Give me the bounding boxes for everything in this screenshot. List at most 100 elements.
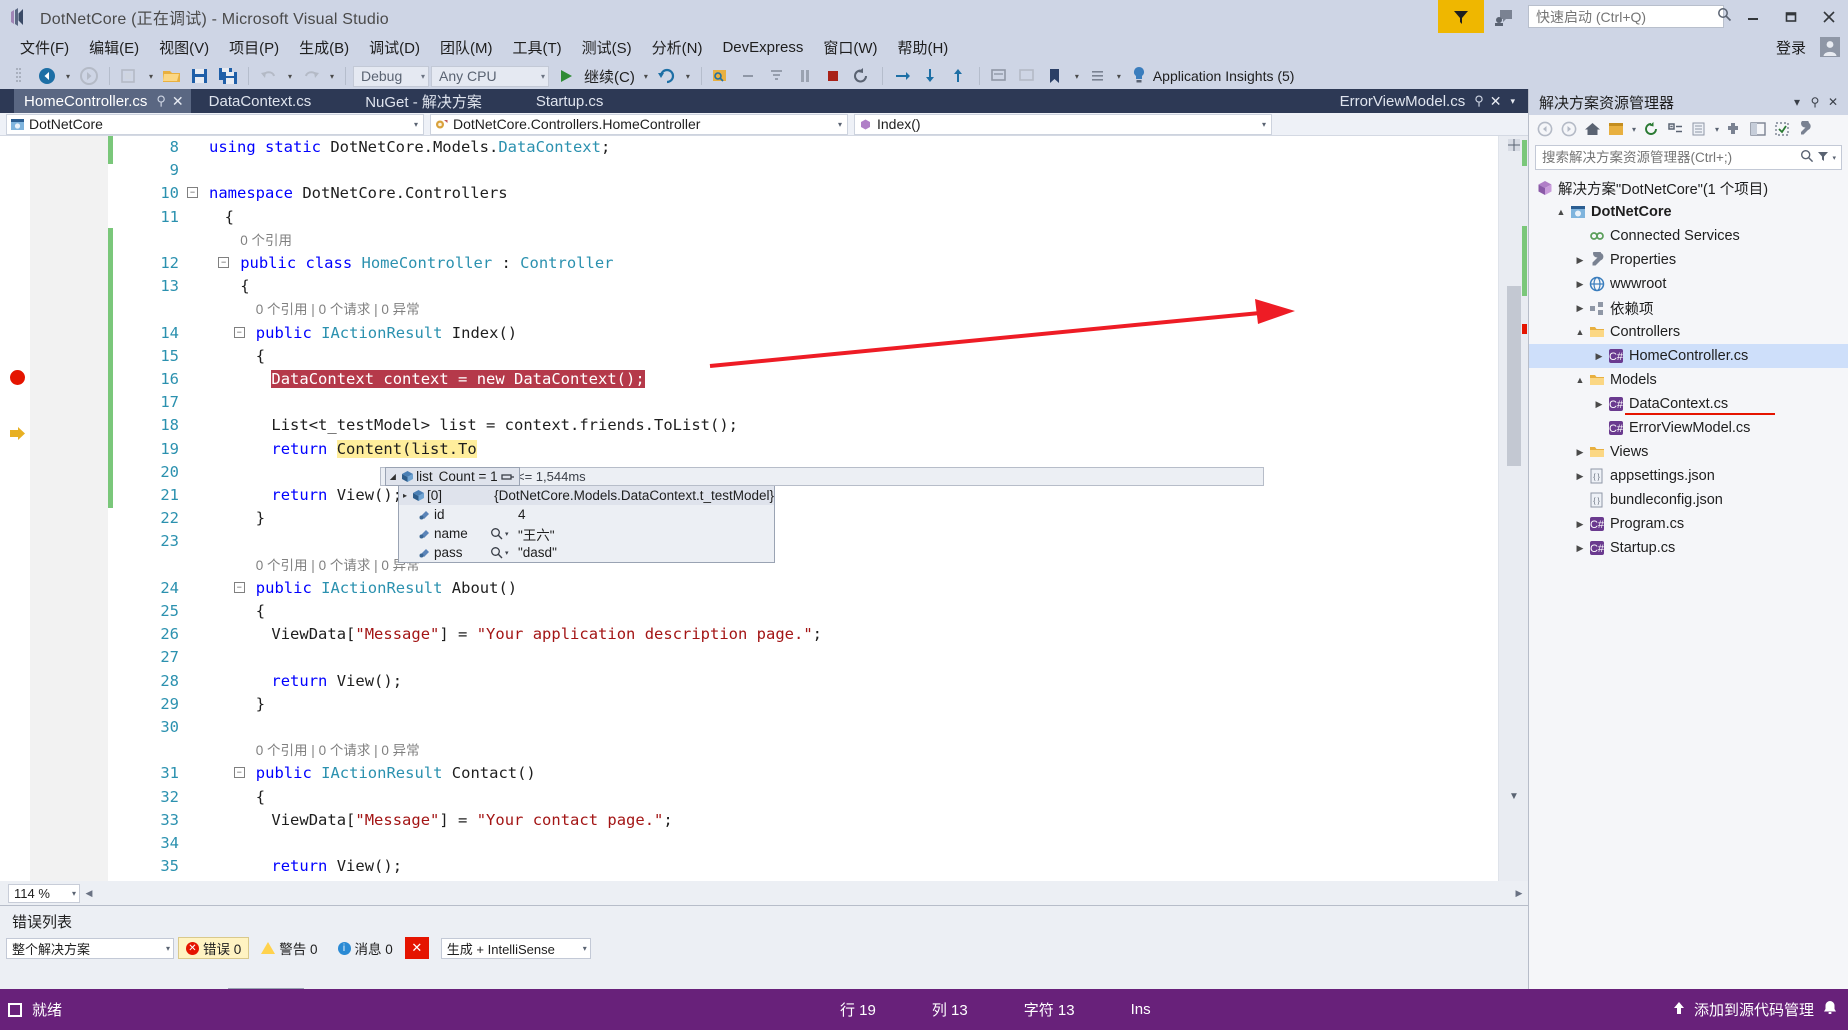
- clear-errors-icon[interactable]: ✕: [405, 937, 429, 959]
- navigate-back-dropdown[interactable]: ▾: [62, 64, 74, 88]
- switch-views-icon[interactable]: [1605, 118, 1628, 140]
- navbar-project-combo[interactable]: DotNetCore ▾: [6, 114, 424, 135]
- tree-item-program-cs[interactable]: ▶C#Program.cs: [1529, 512, 1848, 536]
- editor-indicator-margin[interactable]: [0, 136, 30, 881]
- tab-nuget[interactable]: NuGet - 解决方案: [321, 89, 492, 113]
- notifications-icon[interactable]: [1822, 1000, 1838, 1020]
- toolbar-grip[interactable]: [6, 64, 32, 88]
- tree-item-startup-cs[interactable]: ▶C#Startup.cs: [1529, 536, 1848, 560]
- codelens-row[interactable]: 0 个引用 | 0 个请求 | 0 异常: [113, 298, 1498, 321]
- expand-expander-icon[interactable]: ▶: [1592, 351, 1606, 362]
- menu-test[interactable]: 测试(S): [572, 34, 642, 61]
- menu-file[interactable]: 文件(F): [10, 34, 79, 61]
- navigate-back-icon[interactable]: [34, 64, 60, 88]
- quick-launch-input[interactable]: [1536, 9, 1717, 25]
- solution-platform-combo[interactable]: Any CPU ▾: [431, 66, 549, 87]
- hot-reload-dropdown[interactable]: ▾: [682, 64, 694, 88]
- filter-icon[interactable]: [1814, 149, 1832, 166]
- save-icon[interactable]: [187, 64, 213, 88]
- datatip-collapse-icon[interactable]: ◢: [386, 472, 400, 481]
- open-file-icon[interactable]: [159, 64, 185, 88]
- outlining-collapse-icon[interactable]: −: [234, 582, 245, 593]
- step-out-icon[interactable]: [946, 64, 972, 88]
- navbar-class-combo[interactable]: DotNetCore.Controllers.HomeController ▾: [430, 114, 848, 135]
- tree-item-errorviewmodel-cs[interactable]: C#ErrorViewModel.cs: [1529, 416, 1848, 440]
- home-icon[interactable]: [1581, 118, 1604, 140]
- new-project-icon[interactable]: [117, 64, 143, 88]
- close-icon[interactable]: ✕: [1824, 95, 1842, 109]
- search-icon[interactable]: [1717, 7, 1732, 26]
- user-avatar-icon[interactable]: [1820, 37, 1840, 57]
- new-project-dropdown[interactable]: ▾: [145, 64, 157, 88]
- tab-datacontext[interactable]: DataContext.cs: [191, 89, 322, 113]
- expand-expander-icon[interactable]: ▶: [1592, 399, 1606, 410]
- funnel-icon[interactable]: [1438, 0, 1484, 33]
- expand-expander-icon[interactable]: ▶: [1573, 471, 1587, 482]
- tree-item-properties[interactable]: ▶Properties: [1529, 248, 1848, 272]
- codelens-row[interactable]: 0 个引用 | 0 个请求 | 0 异常: [113, 739, 1498, 762]
- menu-project[interactable]: 项目(P): [219, 34, 289, 61]
- stop-debug-icon[interactable]: [821, 64, 847, 88]
- pin-icon[interactable]: ⚲: [1474, 93, 1484, 109]
- chevron-down-icon[interactable]: ▾: [1257, 120, 1271, 129]
- collapse-expander-icon[interactable]: ▲: [1554, 207, 1568, 217]
- source-control-label[interactable]: 添加到源代码管理: [1694, 999, 1814, 1020]
- menu-devexpress[interactable]: DevExpress: [712, 36, 813, 59]
- collapse-expander-icon[interactable]: ▲: [1573, 327, 1587, 337]
- switch-views-dropdown[interactable]: ▾: [1629, 125, 1639, 134]
- horizontal-scroll-track[interactable]: [102, 885, 1506, 902]
- pin-icon[interactable]: ⚲: [1806, 95, 1824, 109]
- menu-build[interactable]: 生成(B): [289, 34, 359, 61]
- tree-item-views[interactable]: ▶Views: [1529, 440, 1848, 464]
- comment-icon[interactable]: [987, 64, 1013, 88]
- bookmark-dropdown[interactable]: ▾: [1071, 64, 1083, 88]
- scroll-right-arrow-icon[interactable]: ▶: [1510, 888, 1528, 899]
- pin-icon[interactable]: ⚲: [156, 93, 166, 109]
- expand-expander-icon[interactable]: ▶: [1573, 255, 1587, 266]
- properties-icon[interactable]: [1723, 118, 1746, 140]
- chevron-down-icon[interactable]: ▾: [413, 72, 425, 81]
- menu-edit[interactable]: 编辑(E): [79, 34, 149, 61]
- continue-dropdown[interactable]: ▾: [640, 64, 652, 88]
- filter-dropdown-icon[interactable]: ▾: [1832, 154, 1839, 162]
- application-insights-button[interactable]: Application Insights (5): [1131, 66, 1295, 87]
- search-icon[interactable]: [1800, 149, 1814, 167]
- continue-button[interactable]: 继续(C): [551, 64, 638, 88]
- properties-window-icon[interactable]: [1795, 118, 1818, 140]
- tree-item-[interactable]: ▶依赖项: [1529, 296, 1848, 320]
- tree-item-connected-services[interactable]: Connected Services: [1529, 224, 1848, 248]
- tab-errorviewmodel[interactable]: ErrorViewModel.cs ⚲ ✕ ▾: [1330, 89, 1528, 113]
- expand-expander-icon[interactable]: ▶: [1573, 279, 1587, 290]
- expand-expander-icon[interactable]: ▶: [1573, 519, 1587, 530]
- step-over-icon[interactable]: [890, 64, 916, 88]
- preview-selected-icon[interactable]: [1747, 118, 1770, 140]
- debug-target-icon[interactable]: [709, 64, 735, 88]
- solution-explorer-search-box[interactable]: ▾: [1535, 145, 1842, 170]
- expand-expander-icon[interactable]: ▶: [1573, 303, 1587, 314]
- solution-root-row[interactable]: 解决方案"DotNetCore"(1 个项目): [1529, 176, 1848, 200]
- error-scope-combo[interactable]: 整个解决方案 ▾: [6, 938, 174, 959]
- breakpoints-icon[interactable]: [737, 64, 763, 88]
- expand-expander-icon[interactable]: ▶: [1573, 543, 1587, 554]
- step-icon[interactable]: [765, 64, 791, 88]
- error-filter-errors[interactable]: ✕ 错误 0: [178, 937, 249, 959]
- error-filter-warnings[interactable]: 警告 0: [253, 937, 325, 959]
- tree-item-datacontext-cs[interactable]: ▶C#DataContext.cs: [1529, 392, 1848, 416]
- tree-item-controllers[interactable]: ▲Controllers: [1529, 320, 1848, 344]
- close-icon[interactable]: ✕: [1490, 93, 1502, 110]
- string-visualizer-button[interactable]: ▾: [490, 546, 518, 559]
- datatip-row-id[interactable]: id 4: [399, 505, 774, 524]
- menu-analyze[interactable]: 分析(N): [642, 34, 713, 61]
- maximize-button[interactable]: [1772, 0, 1810, 33]
- select-file-in-editor-icon[interactable]: [1771, 118, 1794, 140]
- outlining-collapse-icon[interactable]: −: [234, 767, 245, 778]
- collapse-all-icon[interactable]: [1664, 118, 1687, 140]
- solution-configuration-combo[interactable]: Debug ▾: [353, 66, 429, 87]
- datatip-row-element-0[interactable]: ▸ [0] {DotNetCore.Models.DataContext.t_t…: [399, 486, 774, 505]
- redo-icon[interactable]: [298, 64, 324, 88]
- scrollbar-thumb[interactable]: [1507, 286, 1521, 466]
- redo-dropdown[interactable]: ▾: [326, 64, 338, 88]
- tab-homecontroller[interactable]: HomeController.cs ⚲ ✕: [14, 89, 191, 113]
- tree-item-bundleconfig-json[interactable]: { }bundleconfig.json: [1529, 488, 1848, 512]
- hot-reload-icon[interactable]: [654, 64, 680, 88]
